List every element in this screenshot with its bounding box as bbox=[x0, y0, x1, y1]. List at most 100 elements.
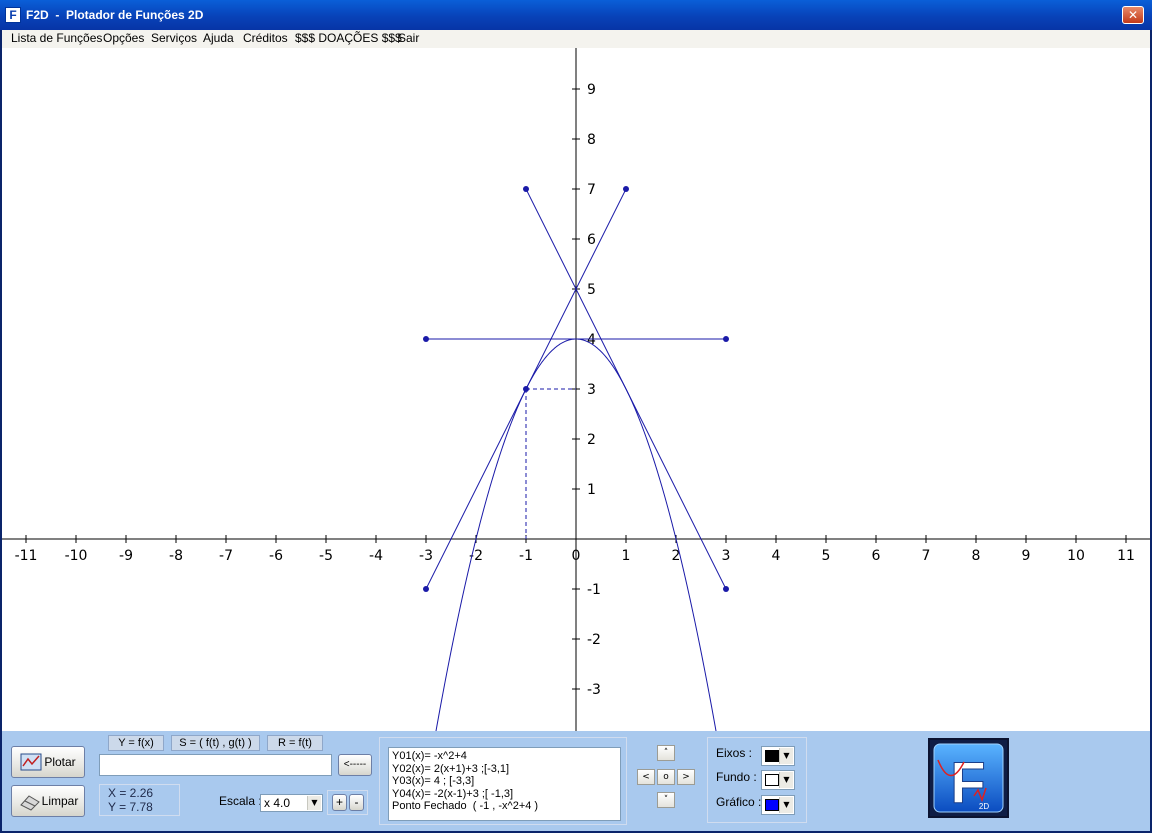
menu-lista-funcoes[interactable]: Lista de Funções bbox=[11, 31, 102, 45]
function-list-item[interactable]: Y02(x)= 2(x+1)+3 ;[-3,1] bbox=[392, 763, 617, 776]
graph-color-label: Gráfico : bbox=[716, 795, 762, 809]
function-list[interactable]: Y01(x)= -x^2+4 Y02(x)= 2(x+1)+3 ;[-3,1] … bbox=[388, 747, 621, 821]
eraser-icon bbox=[20, 795, 40, 811]
x-tick-label: -7 bbox=[219, 548, 233, 564]
y-tick-label: 7 bbox=[587, 182, 596, 198]
axes-color-label: Eixos : bbox=[716, 746, 753, 760]
axes-color-select[interactable]: ▼ bbox=[761, 746, 795, 766]
tab-explicit[interactable]: Y = f(x) bbox=[108, 735, 164, 751]
plot-area[interactable]: -11 -10 -9 -8 -7 -6 -5 -4 -3 -2 -1 0 1 2 3 4 5 6 7 8 9 10 11 -3… bbox=[2, 48, 1150, 731]
x-tick-label: 7 bbox=[922, 548, 931, 564]
x-tick-label: 3 bbox=[722, 548, 731, 564]
y-tick-label: -1 bbox=[587, 582, 601, 598]
title-bar: F F2D - Plotador de Funções 2D ✕ bbox=[0, 0, 1152, 30]
x-tick-label: -9 bbox=[119, 548, 133, 564]
colors-group: Eixos : ▼ Fundo : ▼ Gráfico : ▼ bbox=[707, 737, 807, 823]
clear-button-label: Limpar bbox=[41, 794, 79, 808]
zoom-out-button[interactable]: - bbox=[349, 794, 364, 811]
line-y04-endpoint bbox=[523, 186, 529, 192]
x-tick-label: 4 bbox=[772, 548, 781, 564]
y-tick-label: 2 bbox=[587, 432, 596, 448]
scale-label: Escala : bbox=[219, 794, 262, 808]
x-tick-label: -5 bbox=[319, 548, 333, 564]
menu-opcoes[interactable]: Opções bbox=[103, 31, 144, 45]
menu-sair[interactable]: Sair bbox=[398, 31, 419, 45]
menu-ajuda[interactable]: Ajuda bbox=[203, 31, 234, 45]
x-tick-label: -8 bbox=[169, 548, 183, 564]
function-list-group: Y01(x)= -x^2+4 Y02(x)= 2(x+1)+3 ;[-3,1] … bbox=[379, 737, 627, 825]
x-tick-label: -10 bbox=[65, 548, 88, 564]
plot-button[interactable]: Plotar bbox=[11, 746, 85, 778]
scale-select[interactable]: x 4.0 ▼ bbox=[260, 794, 323, 812]
axes-color-swatch bbox=[765, 750, 779, 762]
control-panel: Plotar Limpar Y = f(x) S = ( f(t) , g(t)… bbox=[2, 731, 1150, 831]
pan-center-button[interactable]: o bbox=[657, 769, 675, 785]
graph-color-select[interactable]: ▼ bbox=[761, 795, 795, 815]
background-color-swatch bbox=[765, 774, 779, 786]
close-button[interactable]: ✕ bbox=[1122, 6, 1144, 24]
background-color-label: Fundo : bbox=[716, 770, 757, 784]
y-tick-label: 6 bbox=[587, 232, 596, 248]
closed-point bbox=[523, 386, 529, 392]
plot-icon bbox=[20, 753, 42, 771]
plot-button-label: Plotar bbox=[44, 755, 76, 769]
y-tick-label: -2 bbox=[587, 632, 601, 648]
x-tick-label: 11 bbox=[1117, 548, 1135, 564]
clear-button[interactable]: Limpar bbox=[11, 785, 85, 817]
function-list-item[interactable]: Ponto Fechado ( -1 , -x^2+4 ) bbox=[392, 800, 617, 813]
line-y03-endpoint bbox=[423, 336, 429, 342]
graph-canvas[interactable]: -11 -10 -9 -8 -7 -6 -5 -4 -3 -2 -1 0 1 2 3 4 5 6 7 8 9 10 11-3… bbox=[2, 48, 1150, 731]
x-tick-label: -11 bbox=[15, 548, 38, 564]
menu-servicos[interactable]: Serviços bbox=[151, 31, 197, 45]
x-tick-label: 10 bbox=[1067, 548, 1085, 564]
coord-y: Y = 7.78 bbox=[108, 800, 153, 814]
pan-left-button[interactable]: < bbox=[637, 769, 655, 785]
menu-doacoes[interactable]: $$$ DOAÇÕES $$$ bbox=[295, 31, 402, 45]
x-tick-label: 0 bbox=[572, 548, 581, 564]
window-title: F2D - Plotador de Funções 2D bbox=[26, 8, 204, 22]
scale-dropdown-icon: ▼ bbox=[307, 796, 321, 810]
line-y02-endpoint bbox=[623, 186, 629, 192]
coords-box: X = 2.26 Y = 7.78 bbox=[99, 784, 180, 816]
x-tick-label: -6 bbox=[269, 548, 283, 564]
app-logo: F 2D bbox=[928, 738, 1009, 818]
x-tick-label: -4 bbox=[369, 548, 383, 564]
logo-caption: 2D bbox=[979, 802, 989, 811]
zoom-in-button[interactable]: + bbox=[332, 794, 347, 811]
x-tick-label: -2 bbox=[469, 548, 483, 564]
coord-x: X = 2.26 bbox=[108, 786, 154, 800]
insert-button[interactable]: <----- bbox=[338, 754, 372, 776]
x-tick-label: 9 bbox=[1022, 548, 1031, 564]
scale-value: x 4.0 bbox=[264, 796, 291, 810]
y-tick-label: 3 bbox=[587, 382, 596, 398]
y-tick-label: 8 bbox=[587, 132, 596, 148]
function-list-item[interactable]: Y01(x)= -x^2+4 bbox=[392, 750, 617, 763]
line-y03-endpoint bbox=[723, 336, 729, 342]
function-input[interactable] bbox=[99, 754, 332, 776]
pan-right-button[interactable]: > bbox=[677, 769, 695, 785]
function-list-item[interactable]: Y03(x)= 4 ; [-3,3] bbox=[392, 775, 617, 788]
y-tick-label: 5 bbox=[587, 282, 596, 298]
x-tick-label: 6 bbox=[872, 548, 881, 564]
y-tick-label: -3 bbox=[587, 682, 601, 698]
x-tick-label: 5 bbox=[822, 548, 831, 564]
x-tick-label: 1 bbox=[622, 548, 631, 564]
background-dropdown-icon: ▼ bbox=[779, 772, 793, 788]
app-icon[interactable]: F bbox=[5, 7, 21, 23]
pan-down-button[interactable]: ˅ bbox=[657, 792, 675, 808]
function-list-item[interactable]: Y04(x)= -2(x-1)+3 ;[ -1,3] bbox=[392, 788, 617, 801]
background-color-select[interactable]: ▼ bbox=[761, 770, 795, 790]
zoom-group: + - bbox=[327, 790, 368, 815]
x-tick-label: 8 bbox=[972, 548, 981, 564]
axes-dropdown-icon: ▼ bbox=[779, 748, 793, 764]
tab-polar[interactable]: R = f(t) bbox=[267, 735, 323, 751]
y-tick-label: 9 bbox=[587, 82, 596, 98]
x-tick-label: -1 bbox=[519, 548, 533, 564]
pan-up-button[interactable]: ˄ bbox=[657, 745, 675, 761]
menu-bar: Lista de Funções Opções Serviços Ajuda C… bbox=[2, 30, 1150, 48]
graph-color-swatch bbox=[765, 799, 779, 811]
line-y02-endpoint bbox=[423, 586, 429, 592]
menu-creditos[interactable]: Créditos bbox=[243, 31, 288, 45]
x-tick-label: -3 bbox=[419, 548, 433, 564]
tab-parametric[interactable]: S = ( f(t) , g(t) ) bbox=[171, 735, 260, 751]
